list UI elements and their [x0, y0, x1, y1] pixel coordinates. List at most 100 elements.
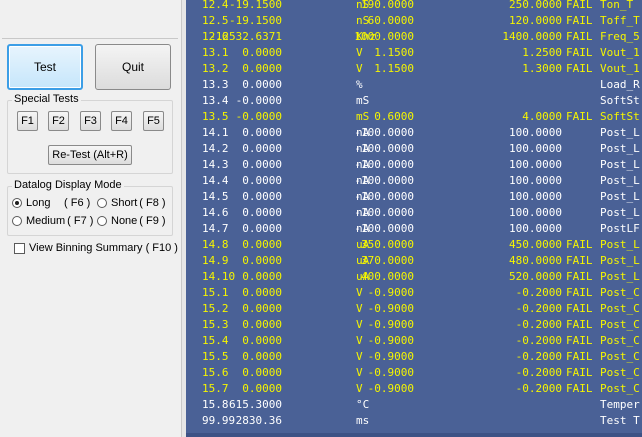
test-name: Freq_5: [600, 30, 640, 43]
test-name: Post_C: [600, 350, 640, 363]
radio-key: ( F8 ): [139, 197, 166, 209]
pass-fail: FAIL: [566, 62, 593, 75]
radio-key: ( F6 ): [64, 197, 91, 209]
radio-short[interactable]: Short ( F8 ): [97, 197, 166, 209]
test-number: 15.8: [202, 398, 229, 411]
radio-none[interactable]: None ( F9 ): [97, 215, 166, 227]
test-name: Post_C: [600, 334, 640, 347]
test-name: Post_L: [600, 142, 640, 155]
test-name: SoftSt: [600, 94, 640, 107]
log-row: 13.4 -0.0000 mS SoftSt: [186, 93, 642, 109]
unit: V: [356, 318, 363, 331]
log-row: 14.10 0.0000 uA 400.0000 520.0000 FAIL Post_L: [186, 269, 642, 285]
test-name: Temper: [600, 398, 640, 411]
test-number: 14.9: [202, 254, 229, 267]
high-limit: -0.2000: [515, 366, 562, 379]
test-name: Vout_1: [600, 46, 640, 59]
measured-value: -0.0000: [235, 94, 282, 107]
unit: mS: [356, 94, 370, 107]
radio-label: Medium: [26, 215, 66, 227]
test-name: Post_L: [600, 158, 640, 171]
test-number: 15.1: [202, 286, 229, 299]
datalog-mode-group: [7, 186, 173, 236]
test-name: Post_L: [600, 126, 640, 139]
low-limit: 350.0000: [361, 238, 414, 251]
measured-value: 0.0000: [242, 142, 282, 155]
log-row: 14.9 0.0000 uA 370.0000 480.0000 FAIL Post_L: [186, 253, 642, 269]
log-row: 13.2 0.0000 V 1.1500 1.3000 FAIL Vout_1: [186, 61, 642, 77]
radio-label: Short: [111, 197, 138, 209]
test-number: 14.8: [202, 238, 229, 251]
measured-value: 2830.36: [235, 414, 282, 427]
radio-key: ( F9 ): [139, 215, 166, 227]
test-name: SoftSt: [600, 110, 640, 123]
high-limit: 100.0000: [509, 142, 562, 155]
low-limit: -0.9000: [367, 302, 414, 315]
measured-value: 0.0000: [242, 366, 282, 379]
measured-value: 0.0000: [242, 334, 282, 347]
log-row: 14.8 0.0000 uA 350.0000 450.0000 FAIL Post_L: [186, 237, 642, 253]
radio-long[interactable]: Long ( F6 ): [12, 197, 90, 209]
test-number: 15.3: [202, 318, 229, 331]
test-number: 15.6: [202, 366, 229, 379]
pass-fail: FAIL: [566, 30, 593, 43]
low-limit: 1.1500: [374, 62, 414, 75]
test-button[interactable]: Test: [7, 44, 83, 90]
log-row: 15.5 0.0000 V -0.9000 -0.2000 FAIL Post_C: [186, 349, 642, 365]
log-row: 12.5 -19.1500 nS 60.0000 120.0000 FAIL Toff_T: [186, 13, 642, 29]
low-limit: -100.0000: [354, 174, 414, 187]
test-number: 14.1: [202, 126, 229, 139]
measured-value: 0.0000: [242, 238, 282, 251]
control-panel: Test Quit Special Tests F1 F2 F3 F4 F5 R…: [0, 0, 181, 437]
measured-value: 0.0000: [242, 270, 282, 283]
test-name: PostLF: [600, 222, 640, 235]
high-limit: 100.0000: [509, 222, 562, 235]
measured-value: 0.0000: [242, 382, 282, 395]
log-bottom-edge: [186, 433, 642, 437]
log-row: 15.8 615.3000 °C Temper: [186, 397, 642, 413]
log-row: 14.7 0.0000 nA -100.0000 100.0000 PostLF: [186, 221, 642, 237]
f4-button[interactable]: F4: [111, 111, 132, 131]
radio-medium[interactable]: Medium ( F7 ): [12, 215, 93, 227]
f3-button[interactable]: F3: [80, 111, 101, 131]
quit-button[interactable]: Quit: [95, 44, 171, 90]
unit: V: [356, 46, 363, 59]
test-number: 14.6: [202, 206, 229, 219]
high-limit: -0.2000: [515, 286, 562, 299]
high-limit: -0.2000: [515, 318, 562, 331]
test-number: 13.1: [202, 46, 229, 59]
low-limit: -0.9000: [367, 334, 414, 347]
checkbox-box[interactable]: [14, 242, 25, 254]
pass-fail: FAIL: [566, 14, 593, 27]
radio-dot[interactable]: [12, 216, 22, 226]
binning-summary-checkbox[interactable]: View Binning Summary ( F10 ): [14, 242, 178, 254]
test-name: Post_C: [600, 302, 640, 315]
measured-value: 0.0000: [242, 158, 282, 171]
pass-fail: FAIL: [566, 318, 593, 331]
retest-button[interactable]: Re-Test (Alt+R): [48, 145, 132, 165]
measured-value: 0.0000: [242, 174, 282, 187]
log-row: 14.6 0.0000 nA -100.0000 100.0000 Post_L: [186, 205, 642, 221]
radio-dot[interactable]: [97, 198, 107, 208]
log-row: 13.1 0.0000 V 1.1500 1.2500 FAIL Vout_1: [186, 45, 642, 61]
low-limit: -100.0000: [354, 126, 414, 139]
radio-dot[interactable]: [12, 198, 22, 208]
test-number: 13.2: [202, 62, 229, 75]
high-limit: 450.0000: [509, 238, 562, 251]
f1-button[interactable]: F1: [17, 111, 38, 131]
high-limit: 100.0000: [509, 190, 562, 203]
test-number: 14.2: [202, 142, 229, 155]
f2-button[interactable]: F2: [48, 111, 69, 131]
log-row: 99.99 2830.36 ms Test T: [186, 413, 642, 429]
low-limit: 1000.0000: [354, 30, 414, 43]
pass-fail: FAIL: [566, 238, 593, 251]
radio-dot[interactable]: [97, 216, 107, 226]
unit: V: [356, 366, 363, 379]
log-row: 13.3 0.0000% Load_R: [186, 77, 642, 93]
test-number: 99.99: [202, 414, 236, 427]
log-row: 15.3 0.0000 V -0.9000 -0.2000 FAIL Post_C: [186, 317, 642, 333]
test-number: 13.3: [202, 78, 229, 91]
measured-value: 0.0000: [242, 286, 282, 299]
unit: ms: [356, 414, 370, 427]
f5-button[interactable]: F5: [143, 111, 164, 131]
